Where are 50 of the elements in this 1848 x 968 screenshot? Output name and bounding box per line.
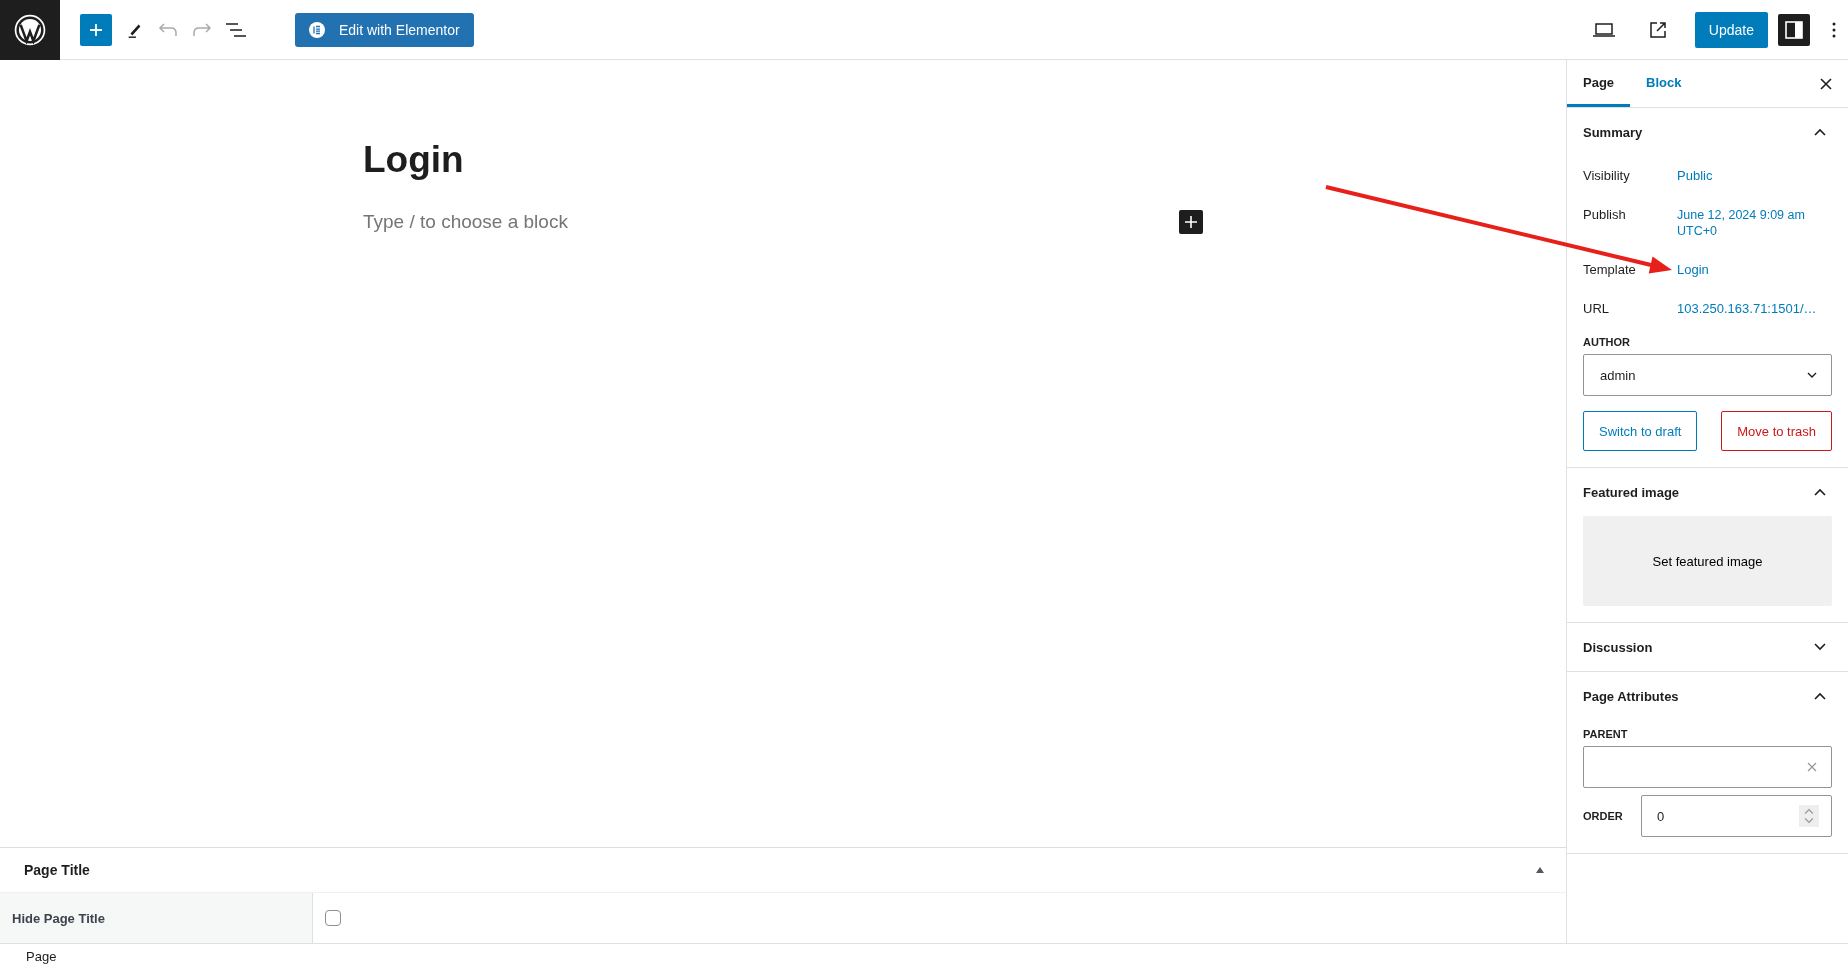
order-label: ORDER	[1583, 810, 1624, 822]
field-link[interactable]: June 12, 2024 9:09 am UTC+0	[1677, 207, 1817, 239]
settings-sidebar-button[interactable]	[1778, 13, 1810, 46]
page-title[interactable]: Login	[363, 138, 1566, 183]
triangle-up-icon[interactable]	[1536, 867, 1544, 873]
more-options-icon[interactable]	[1832, 21, 1836, 38]
order-field[interactable]: 0	[1641, 795, 1832, 837]
close-icon[interactable]	[1820, 77, 1832, 90]
field-link[interactable]: Public	[1677, 168, 1713, 184]
chevron-up-icon[interactable]	[1814, 488, 1826, 496]
field-link[interactable]: Login	[1677, 262, 1709, 278]
field-label: Visibility	[1583, 168, 1631, 183]
switch-to-draft-button[interactable]: Switch to draft	[1583, 411, 1698, 451]
author-select[interactable]: admin	[1583, 354, 1832, 396]
panel-title[interactable]: Summary	[1583, 124, 1643, 140]
field-link[interactable]: 103.250.163.71:1501/…	[1677, 301, 1817, 317]
author-label: AUTHOR	[1583, 336, 1632, 348]
chevron-up-icon[interactable]	[1814, 128, 1826, 136]
laptop-icon[interactable]	[1592, 22, 1615, 37]
elementor-icon	[309, 21, 325, 38]
chevron-up-icon[interactable]	[1814, 692, 1826, 700]
field-label: Template	[1583, 262, 1637, 277]
list-view-icon[interactable]	[226, 21, 246, 38]
field-label: Publish	[1583, 207, 1627, 222]
move-to-trash-button[interactable]: Move to trash	[1721, 411, 1832, 451]
sidebar-tab[interactable]: Page	[1567, 60, 1631, 107]
set-featured-image-button[interactable]: Set featured image	[1583, 516, 1832, 606]
update-button[interactable]: Update	[1694, 11, 1768, 48]
add-block-button[interactable]	[1179, 210, 1203, 235]
external-link-icon[interactable]	[1648, 20, 1667, 39]
checkbox[interactable]	[325, 910, 341, 926]
panel-title[interactable]: Featured image	[1583, 484, 1680, 500]
field-label: Hide Page Title	[12, 910, 105, 926]
field-label: URL	[1583, 301, 1610, 316]
chevron-down-icon	[1807, 372, 1817, 378]
parent-field[interactable]	[1583, 746, 1832, 788]
wordpress-logo[interactable]	[0, 0, 60, 60]
parent-label: PARENT	[1583, 728, 1629, 740]
plus-icon	[88, 21, 104, 38]
panel-title[interactable]: Page Attributes	[1583, 688, 1679, 704]
edit-with-elementor-button[interactable]: Edit with Elementor	[295, 12, 474, 47]
chevron-down-icon[interactable]	[1814, 643, 1826, 651]
panel-title[interactable]: Discussion	[1583, 639, 1653, 655]
block-placeholder[interactable]: Type / to choose a block	[363, 211, 568, 234]
clear-icon[interactable]	[1807, 762, 1817, 772]
sidebar-tab[interactable]: Block	[1630, 60, 1698, 107]
sidebar-icon	[1785, 20, 1803, 39]
breadcrumb[interactable]: Page	[26, 948, 57, 964]
meta-box-title: Page Title	[24, 862, 90, 878]
plus-icon	[1184, 215, 1198, 230]
